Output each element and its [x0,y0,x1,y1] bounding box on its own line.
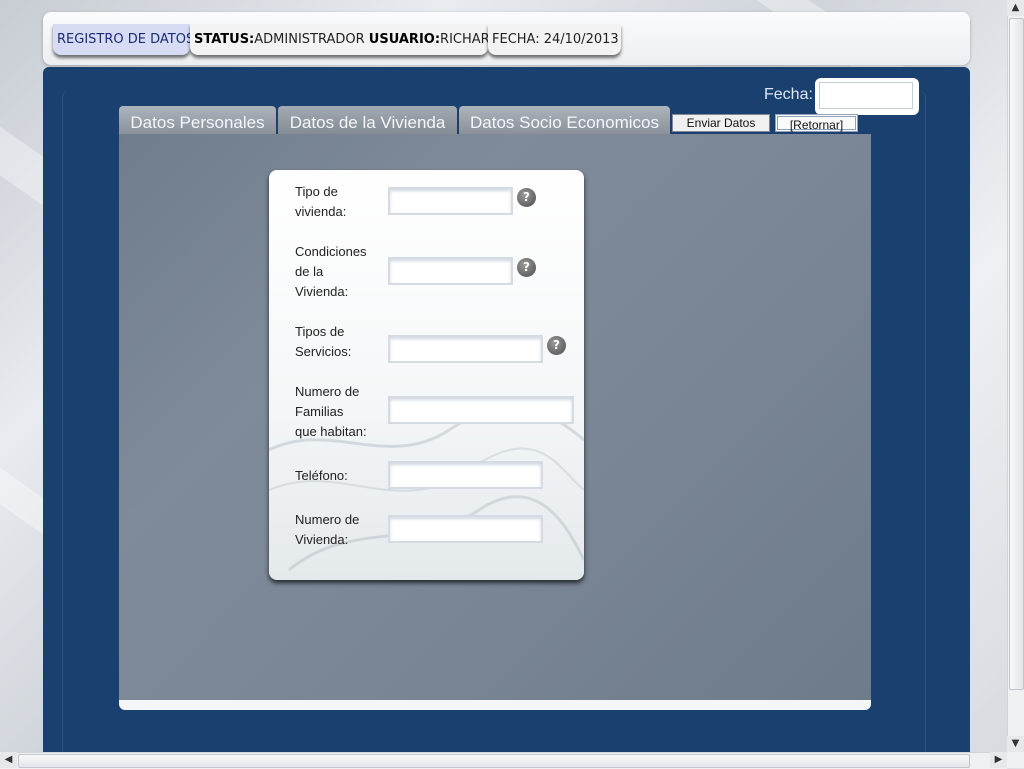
horizontal-scroll-thumb[interactable] [18,754,970,768]
scroll-right-icon[interactable]: ▶ [990,752,1007,768]
registro-label: REGISTRO DE DATOS [57,32,195,47]
numero-vivienda-input[interactable] [388,515,543,543]
question-circle-icon[interactable]: ? [517,188,536,207]
telefono-input[interactable] [388,461,543,489]
label-line: Servicios: [295,344,352,359]
status-value: ADMINISTRADOR [254,32,365,47]
label-line: Vivienda: [295,284,349,299]
tab-datos-vivienda[interactable]: Datos de la Vivienda [278,106,457,134]
scroll-down-icon[interactable]: ▼ [1007,736,1024,752]
tab-datos-socio-economicos[interactable]: Datos Socio Economicos [459,106,670,134]
label-line: de la [295,264,324,279]
label-line: Condiciones [295,244,367,259]
question-circle-icon[interactable]: ? [517,258,536,277]
condiciones-vivienda-input[interactable] [388,257,513,285]
label-line: que habitan: [295,424,367,439]
label-line: Familias [295,404,344,419]
usuario-key: USUARIO: [368,32,441,47]
numero-familias-input[interactable] [388,396,574,424]
header-date-text: FECHA: 24/10/2013 [492,32,619,47]
tipo-vivienda-label: Tipo de vivienda: [295,182,385,222]
tab-content-footer [119,700,871,710]
status-info: STATUS:ADMINISTRADOR USUARIO:RICHARD [190,24,500,55]
telefono-label: Teléfono: [295,466,385,486]
label-line: Vivienda: [295,532,349,547]
header-date: FECHA: 24/10/2013 [488,24,621,55]
fecha-input[interactable] [819,82,913,109]
condiciones-vivienda-label: Condiciones de la Vivienda: [295,242,385,302]
numero-vivienda-label: Numero de Vivienda: [295,510,385,550]
tipos-servicios-label: Tipos de Servicios: [295,322,385,362]
question-circle-icon[interactable]: ? [547,336,566,355]
tipos-servicios-input[interactable] [388,335,543,363]
scroll-left-icon[interactable]: ◀ [0,752,17,768]
numero-familias-label: Numero de Familias que habitan: [295,382,385,442]
status-key: STATUS: [194,32,255,47]
scrollbar-corner [1007,752,1024,768]
registro-datos-tab[interactable]: REGISTRO DE DATOS [53,24,194,55]
retornar-button[interactable]: [Retornar] [775,114,858,132]
label-line: Tipo de [295,184,338,199]
label-line: Numero de [295,384,360,399]
vertical-scroll-thumb[interactable] [1009,18,1024,690]
scroll-up-icon[interactable]: ▲ [1007,0,1024,16]
enviar-datos-button[interactable]: Enviar Datos [672,114,770,132]
label-line: vivienda: [295,204,347,219]
label-line: Teléfono: [295,468,348,483]
fecha-input-wrapper [815,78,919,115]
tipo-vivienda-input[interactable] [388,187,513,215]
label-line: Numero de [295,512,360,527]
fecha-label: Fecha: [764,86,813,103]
tab-datos-personales[interactable]: Datos Personales [119,106,276,134]
label-line: Tipos de [295,324,345,339]
